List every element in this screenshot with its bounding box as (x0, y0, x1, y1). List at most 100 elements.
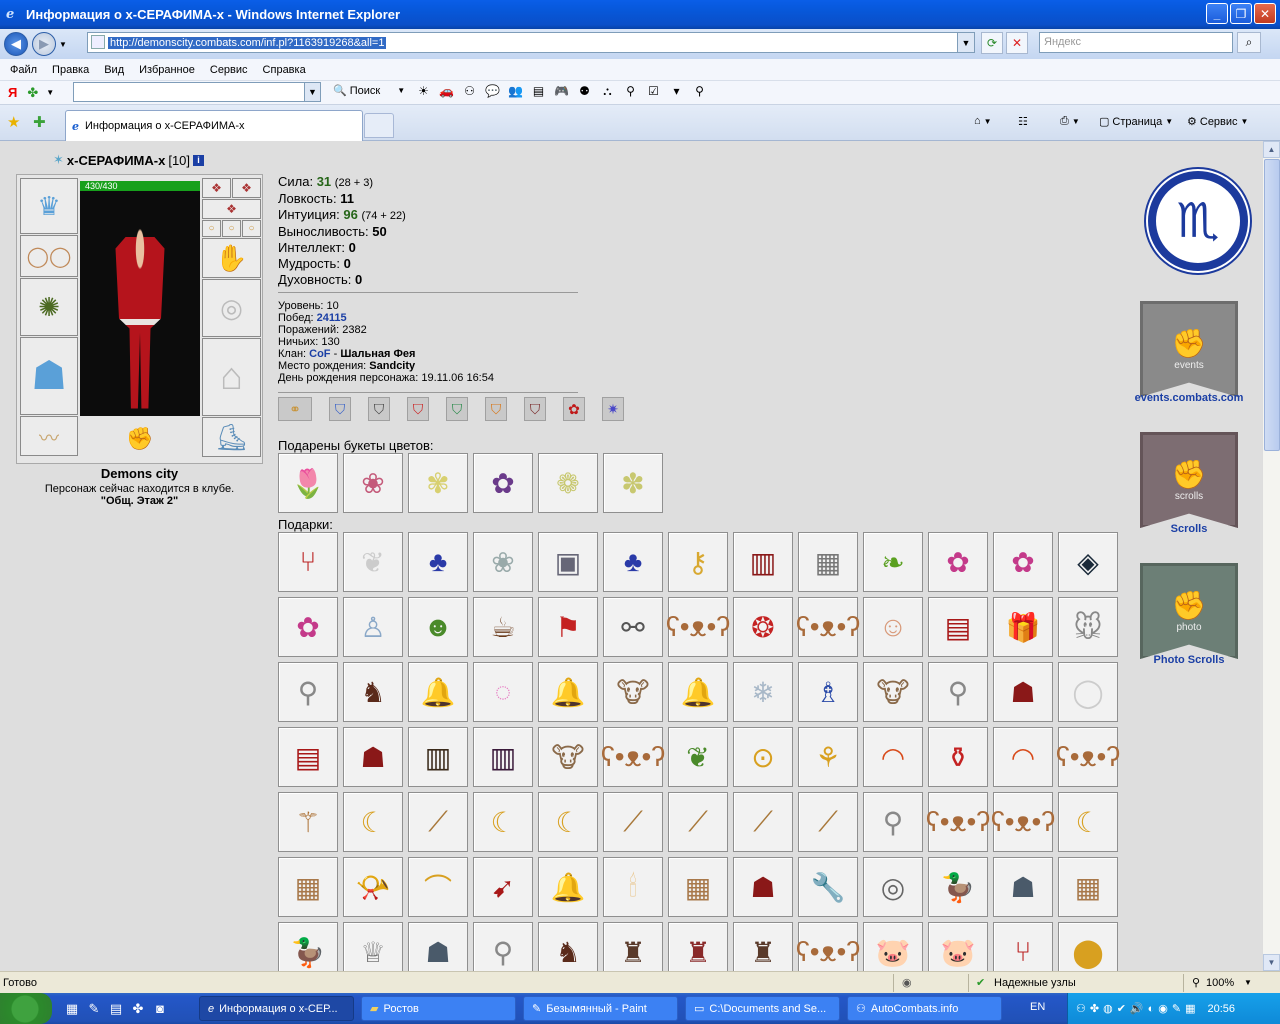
more-dropdown-icon[interactable]: ▾ (668, 84, 685, 100)
gift-item[interactable]: ⌒ (408, 857, 468, 917)
profile-icon[interactable]: ⚲ (622, 84, 639, 100)
bouquet-item[interactable]: ✽ (603, 453, 663, 513)
clan-link[interactable]: CoF (309, 348, 330, 360)
gift-item[interactable]: ʕ•ᴥ•ʔ (991, 792, 1055, 852)
gift-item[interactable]: ⑂ (278, 532, 338, 592)
gift-item[interactable]: 🐷 (863, 922, 923, 971)
gift-item[interactable]: ⚲ (278, 662, 338, 722)
ring-slot-1[interactable]: ○ (202, 220, 221, 237)
history-dropdown-icon[interactable]: ▼ (59, 40, 67, 49)
gift-item[interactable]: ◠ (863, 727, 923, 787)
gift-item[interactable]: ⚑ (538, 597, 598, 657)
gift-item[interactable]: ✿ (278, 597, 338, 657)
gift-item[interactable]: ♕ (343, 922, 403, 971)
tray-icon[interactable]: ⚇ (1076, 1002, 1086, 1015)
helmet-slot[interactable]: ♛ (20, 178, 78, 234)
taskbar-item-autocombats[interactable]: ⚇ AutoCombats.info (847, 996, 1002, 1021)
gift-item[interactable]: 🔔 (538, 857, 598, 917)
yandex-search-input[interactable]: ▼ (73, 82, 321, 102)
people-icon[interactable]: ⚇ (461, 84, 478, 100)
refresh-button[interactable]: ⟳ (981, 32, 1003, 54)
gift-item[interactable]: ⚱ (928, 727, 988, 787)
clover-icon[interactable]: ✤ (27, 85, 38, 101)
gift-item[interactable]: ⟋ (408, 792, 468, 852)
menu-edit[interactable]: Правка (52, 64, 89, 76)
taskbar-item-ie[interactable]: e Информация о x-СЕР... (199, 996, 354, 1021)
rings-badge-icon[interactable]: ⚭ (278, 397, 312, 421)
gift-item[interactable]: ♜ (603, 922, 663, 971)
gift-item[interactable]: ʕ•ᴥ•ʔ (601, 727, 665, 787)
address-url[interactable]: http://demonscity.combats.com/inf.pl?116… (108, 36, 387, 49)
gift-item[interactable]: ʕ•ᴥ•ʔ (796, 922, 860, 971)
menu-view[interactable]: Вид (104, 64, 124, 76)
gift-item[interactable]: ⚲ (473, 922, 533, 971)
zoom-level[interactable]: 100% (1206, 977, 1234, 989)
volume-icon[interactable]: 🔊 (1130, 1002, 1144, 1015)
gift-item[interactable]: ⟋ (603, 792, 663, 852)
security-zone[interactable]: Надежные узлы (994, 977, 1076, 989)
gift-item[interactable]: ʕ•ᴥ•ʔ (926, 792, 990, 852)
app-icon[interactable]: ◙ (152, 1001, 168, 1017)
shield-badge-icon[interactable]: ⛉ (329, 397, 351, 421)
home-button[interactable]: ⌂ ▼ (974, 115, 992, 127)
tray-icon[interactable]: ▦ (1185, 1002, 1195, 1015)
chat-icon[interactable]: 💬 (484, 84, 501, 100)
gift-item[interactable]: ♜ (733, 922, 793, 971)
address-bar[interactable]: http://demonscity.combats.com/inf.pl?116… (87, 32, 975, 53)
gift-item[interactable]: ❂ (733, 597, 793, 657)
weather-icon[interactable]: ☀ (415, 84, 432, 100)
gift-item[interactable]: ◌ (473, 662, 533, 722)
gift-item[interactable]: ☺ (863, 597, 923, 657)
gift-item[interactable]: ♣ (603, 532, 663, 592)
tray-icon[interactable]: ◐ (1148, 1003, 1155, 1015)
gift-item[interactable]: ❦ (668, 727, 728, 787)
gift-item[interactable]: ◯ (1058, 662, 1118, 722)
network-icon[interactable]: ⛬ (599, 84, 616, 100)
gift-item[interactable]: ▣ (538, 532, 598, 592)
gift-item[interactable]: ☾ (538, 792, 598, 852)
yandex-search-button[interactable]: 🔍 Поиск ▼ (333, 84, 405, 98)
menu-help[interactable]: Справка (263, 64, 306, 76)
tray-icon[interactable]: ✎ (1172, 1002, 1181, 1015)
boots-slot[interactable]: ⛸ (202, 417, 261, 457)
ring-slot-2[interactable]: ○ (222, 220, 241, 237)
gift-item[interactable]: ⚷ (668, 532, 728, 592)
close-button[interactable]: ✕ (1254, 3, 1276, 24)
events-link[interactable]: events.combats.com (1127, 392, 1251, 404)
gift-item[interactable]: ❦ (343, 532, 403, 592)
gift-item[interactable]: 🐮 (863, 662, 923, 722)
bouquet-item[interactable]: ✿ (473, 453, 533, 513)
gift-item[interactable]: ♣ (408, 532, 468, 592)
rune-slot-2[interactable]: ❖ (232, 178, 261, 198)
yandex-search-dropdown-icon[interactable]: ▼ (304, 83, 320, 101)
gift-item[interactable]: ☕ (473, 597, 533, 657)
gift-item[interactable]: ❀ (473, 532, 533, 592)
back-button[interactable]: ◀ (4, 32, 28, 56)
menu-file[interactable]: Файл (10, 64, 37, 76)
gift-item[interactable]: ⟋ (798, 792, 858, 852)
gift-item[interactable]: ⊙ (733, 727, 793, 787)
scroll-thumb[interactable] (1264, 159, 1280, 451)
language-indicator[interactable]: EN (1030, 1001, 1045, 1013)
page-menu[interactable]: ▢ Страница ▼ (1099, 115, 1173, 129)
gift-item[interactable]: ☗ (733, 857, 793, 917)
gift-item[interactable]: ▥ (473, 727, 533, 787)
gift-item[interactable]: 🔧 (798, 857, 858, 917)
tools-menu[interactable]: ⚙ Сервис ▼ (1187, 115, 1248, 129)
address-dropdown-icon[interactable]: ▼ (957, 33, 974, 52)
photo-scrolls-banner[interactable]: ✊ photo (1140, 563, 1238, 659)
app-icon[interactable]: ✎ (86, 1001, 102, 1017)
gift-item[interactable]: ⬤ (1058, 922, 1118, 971)
gift-item[interactable]: ▥ (733, 532, 793, 592)
attach-icon[interactable]: ⚲ (691, 84, 708, 100)
gift-item[interactable]: 🐷 (928, 922, 988, 971)
gift-item[interactable]: ♗ (798, 662, 858, 722)
clover-dropdown-icon[interactable]: ▼ (46, 88, 54, 97)
gift-item[interactable]: ⚲ (863, 792, 923, 852)
gift-item[interactable]: ⑂ (993, 922, 1053, 971)
gift-item[interactable]: ⟋ (733, 792, 793, 852)
forward-button[interactable]: ▶ (32, 32, 56, 56)
gift-item[interactable]: ☗ (343, 727, 403, 787)
gift-item[interactable]: ♜ (668, 922, 728, 971)
app-icon[interactable]: ▤ (108, 1001, 124, 1017)
